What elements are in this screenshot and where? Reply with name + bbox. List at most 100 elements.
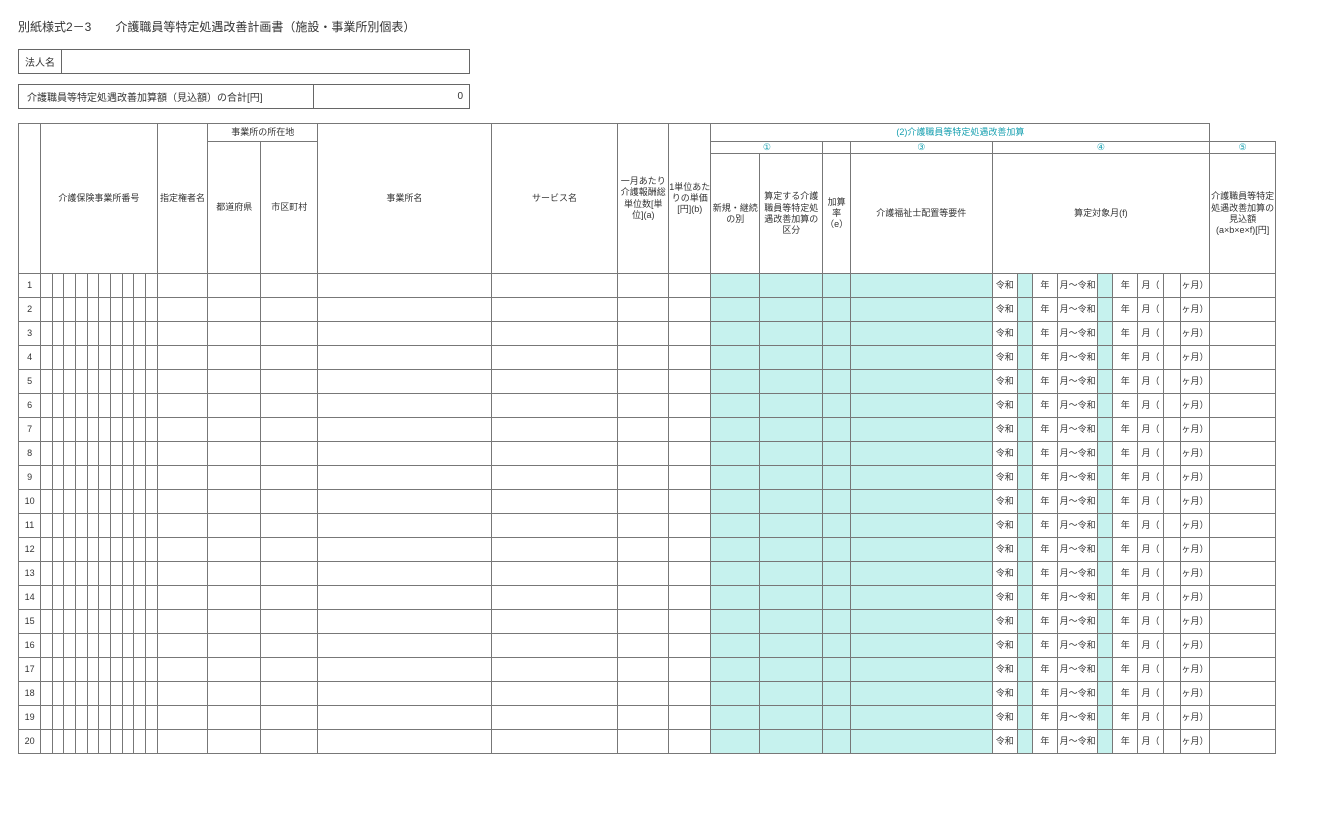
jigyousho-digit[interactable]: [52, 442, 64, 466]
city-cell[interactable]: [261, 298, 318, 322]
req-cell[interactable]: [850, 730, 992, 754]
jigyousho-digit[interactable]: [122, 274, 134, 298]
b-cell[interactable]: [669, 610, 711, 634]
jigyousho-digit[interactable]: [145, 442, 157, 466]
kubun-cell[interactable]: [760, 418, 823, 442]
jigyousho-digit[interactable]: [110, 538, 122, 562]
jigyousho-digit[interactable]: [99, 418, 111, 442]
req-cell[interactable]: [850, 658, 992, 682]
jigyousho-digit[interactable]: [99, 514, 111, 538]
jname-cell[interactable]: [318, 322, 491, 346]
in-months[interactable]: [1163, 298, 1180, 322]
jigyousho-digit[interactable]: [52, 418, 64, 442]
jigyousho-digit[interactable]: [122, 634, 134, 658]
jname-cell[interactable]: [318, 706, 491, 730]
a-cell[interactable]: [618, 658, 669, 682]
jigyousho-digit[interactable]: [110, 730, 122, 754]
jigyousho-digit[interactable]: [87, 610, 99, 634]
jigyousho-digit[interactable]: [145, 394, 157, 418]
jigyousho-digit[interactable]: [64, 514, 76, 538]
b-cell[interactable]: [669, 538, 711, 562]
jigyousho-digit[interactable]: [99, 322, 111, 346]
jname-cell[interactable]: [318, 562, 491, 586]
jigyousho-digit[interactable]: [87, 586, 99, 610]
jigyousho-digit[interactable]: [76, 394, 88, 418]
jname-cell[interactable]: [318, 634, 491, 658]
jigyousho-digit[interactable]: [64, 394, 76, 418]
jigyousho-digit[interactable]: [145, 298, 157, 322]
in-months[interactable]: [1163, 418, 1180, 442]
jigyousho-digit[interactable]: [76, 658, 88, 682]
city-cell[interactable]: [261, 730, 318, 754]
jigyousho-digit[interactable]: [122, 706, 134, 730]
jigyousho-digit[interactable]: [145, 346, 157, 370]
jigyousho-digit[interactable]: [87, 682, 99, 706]
jigyousho-digit[interactable]: [52, 274, 64, 298]
kubun-cell[interactable]: [760, 274, 823, 298]
req-cell[interactable]: [850, 634, 992, 658]
in-year1[interactable]: [1017, 394, 1032, 418]
jigyousho-digit[interactable]: [110, 298, 122, 322]
jigyousho-digit[interactable]: [41, 298, 53, 322]
jigyousho-digit[interactable]: [122, 346, 134, 370]
e-cell[interactable]: [823, 514, 850, 538]
b-cell[interactable]: [669, 490, 711, 514]
jigyousho-digit[interactable]: [52, 514, 64, 538]
e-cell[interactable]: [823, 346, 850, 370]
jigyousho-digit[interactable]: [110, 682, 122, 706]
in-year2[interactable]: [1098, 394, 1113, 418]
jigyousho-digit[interactable]: [122, 610, 134, 634]
in-year1[interactable]: [1017, 658, 1032, 682]
a-cell[interactable]: [618, 706, 669, 730]
a-cell[interactable]: [618, 322, 669, 346]
jname-cell[interactable]: [318, 466, 491, 490]
jigyousho-digit[interactable]: [145, 514, 157, 538]
b-cell[interactable]: [669, 634, 711, 658]
in-year2[interactable]: [1098, 274, 1113, 298]
sitei-cell[interactable]: [157, 634, 208, 658]
jigyousho-digit[interactable]: [64, 562, 76, 586]
jname-cell[interactable]: [318, 610, 491, 634]
jigyousho-digit[interactable]: [145, 370, 157, 394]
req-cell[interactable]: [850, 418, 992, 442]
jigyousho-digit[interactable]: [87, 274, 99, 298]
jname-cell[interactable]: [318, 682, 491, 706]
jigyousho-digit[interactable]: [134, 586, 146, 610]
jname-cell[interactable]: [318, 418, 491, 442]
jigyousho-digit[interactable]: [122, 562, 134, 586]
jigyousho-digit[interactable]: [76, 562, 88, 586]
svc-cell[interactable]: [491, 658, 618, 682]
jigyousho-digit[interactable]: [110, 490, 122, 514]
jigyousho-digit[interactable]: [64, 658, 76, 682]
jigyousho-digit[interactable]: [134, 658, 146, 682]
jigyousho-digit[interactable]: [145, 682, 157, 706]
pref-cell[interactable]: [208, 538, 261, 562]
sitei-cell[interactable]: [157, 442, 208, 466]
in-months[interactable]: [1163, 514, 1180, 538]
kubun-cell[interactable]: [760, 514, 823, 538]
in-year2[interactable]: [1098, 466, 1113, 490]
req-cell[interactable]: [850, 538, 992, 562]
jigyousho-digit[interactable]: [99, 706, 111, 730]
in-months[interactable]: [1163, 370, 1180, 394]
pref-cell[interactable]: [208, 610, 261, 634]
kubun-cell[interactable]: [760, 370, 823, 394]
svc-cell[interactable]: [491, 514, 618, 538]
pref-cell[interactable]: [208, 346, 261, 370]
jigyousho-digit[interactable]: [122, 490, 134, 514]
sitei-cell[interactable]: [157, 370, 208, 394]
jigyousho-digit[interactable]: [52, 658, 64, 682]
jigyousho-digit[interactable]: [99, 538, 111, 562]
kubun-cell[interactable]: [760, 610, 823, 634]
a-cell[interactable]: [618, 538, 669, 562]
jigyousho-digit[interactable]: [134, 634, 146, 658]
jigyousho-digit[interactable]: [145, 418, 157, 442]
b-cell[interactable]: [669, 394, 711, 418]
jigyousho-digit[interactable]: [99, 346, 111, 370]
jigyousho-digit[interactable]: [134, 442, 146, 466]
in-year1[interactable]: [1017, 298, 1032, 322]
jigyousho-digit[interactable]: [76, 322, 88, 346]
jigyousho-digit[interactable]: [99, 562, 111, 586]
jigyousho-digit[interactable]: [134, 490, 146, 514]
a-cell[interactable]: [618, 298, 669, 322]
